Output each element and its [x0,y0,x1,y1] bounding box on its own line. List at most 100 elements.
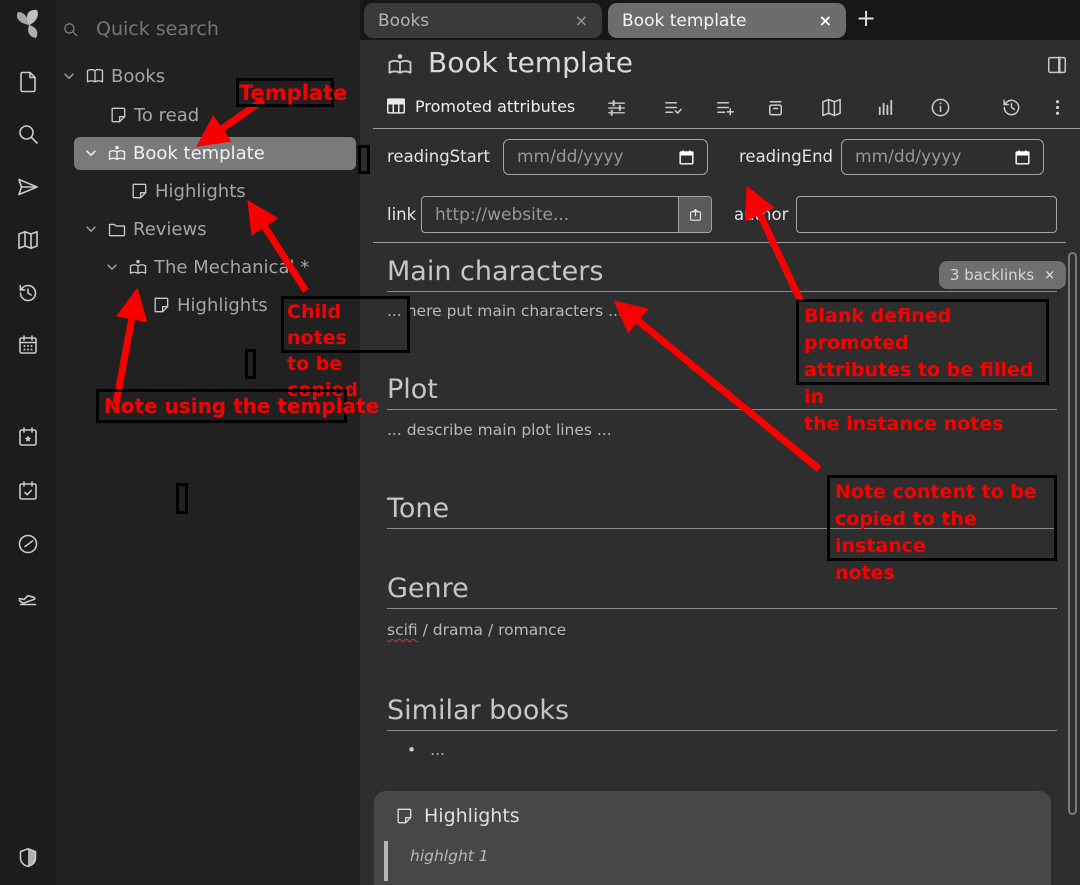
tree-item-the-mechanical[interactable]: The Mechanical * [105,254,309,280]
chevron-down-icon[interactable] [62,69,76,83]
note-icon [129,181,149,201]
annotation-line: copied to the instance [835,506,1054,560]
bullet-icon: • [407,741,416,759]
backlinks-count-label: 3 backlinks [950,266,1034,284]
close-icon[interactable]: × [819,11,832,30]
annotation-child-notes: Child notes to be copied [281,296,410,353]
jump-to-note-button[interactable] [16,175,40,199]
note-icon [108,105,128,125]
section-body-plot: ... describe main plot lines ... [387,421,612,439]
list-plus-icon [714,96,737,119]
ribbon-tab-promoted-attributes[interactable]: Promoted attributes [385,95,575,117]
author-text-input[interactable] [796,196,1057,233]
readingEnd-date-input[interactable]: mm/dd/yyyy [841,139,1044,175]
ribbon-tab-label: Promoted attributes [415,97,575,116]
recent-changes-button[interactable] [16,281,40,305]
ribbon-note-map-button[interactable] [820,96,844,120]
bullet-list-item: •... [407,741,445,759]
ribbon-note-paths-button[interactable] [764,96,788,120]
chevron-down-icon[interactable] [84,146,98,160]
close-icon[interactable]: × [1044,268,1055,283]
file-icon [16,70,40,94]
tree-item-label: Highlights [155,181,246,202]
annotation-blank-attributes: Blank defined promoted attributes to be … [796,299,1049,385]
book-reader-icon [128,257,148,277]
calendar-button[interactable] [16,333,40,357]
readingStart-date-input[interactable]: mm/dd/yyyy [503,139,708,175]
book-reader-icon [107,143,127,163]
tab-book-template[interactable]: Book template × [608,3,846,38]
ribbon-similar-notes-button[interactable] [874,96,898,120]
shield-icon [16,846,40,870]
book-reader-icon [386,50,414,78]
new-note-button[interactable] [16,70,40,94]
calendar-icon[interactable] [1013,148,1032,167]
send-icon [16,175,40,199]
sliders-icon [605,96,628,119]
search-icon [16,122,40,146]
tab-books[interactable]: Books × [364,3,602,38]
ribbon-owned-attributes-button[interactable] [662,96,686,120]
placeholder-glyph-rect [176,483,188,514]
bar-chart-icon [874,96,897,119]
search-button[interactable] [16,122,40,146]
tree-item-label: The Mechanical * [154,257,309,278]
plane-takeoff-icon [16,585,40,609]
map-icon [16,228,40,252]
section-body-genre: scifi / drama / romance [387,621,566,639]
backlinks-badge[interactable]: 3 backlinks × [939,261,1066,289]
annotation-line: the instance notes [804,411,1046,438]
ribbon-revisions-button[interactable] [1000,96,1024,120]
quick-search-input[interactable]: Quick search [62,14,352,44]
history-icon [16,281,40,305]
tree-item-highlights-instance[interactable]: Highlights [151,292,268,318]
launcher-rail [0,0,56,885]
section-body-main-characters: ... here put main characters ... [387,302,623,320]
travel-button[interactable] [16,585,40,609]
genre-rest: / drama / romance [418,621,566,639]
link-url-input[interactable]: http://website... [421,196,712,233]
calendar-star-button[interactable] [16,425,40,449]
close-icon[interactable]: × [575,11,588,30]
dots-vertical-icon [1046,96,1069,119]
child-note-title-link[interactable]: Highlights [424,805,520,827]
note-map-button[interactable] [16,228,40,252]
split-pane-button[interactable] [1046,54,1068,76]
note-icon [151,295,171,315]
tree-item-label: To read [134,105,199,126]
chevron-down-icon[interactable] [105,260,119,274]
blockquote-text: highlght 1 [410,847,489,881]
note-icon [394,806,414,826]
annotation-line: Note content to be [835,479,1054,506]
ribbon-more-button[interactable] [1046,96,1070,120]
scrollbar-thumb[interactable] [1068,252,1077,815]
section-heading-similar-books: Similar books [387,695,1057,731]
chevron-down-icon[interactable] [84,222,98,236]
date-placeholder: mm/dd/yyyy [504,147,623,167]
attributes-divider [373,242,1066,243]
tree-item-books[interactable]: Books [62,63,165,89]
ribbon-inherited-attributes-button[interactable] [714,96,738,120]
tree-item-label: Highlights [177,295,268,316]
tab-bar: Books × Book template × + [360,0,1080,40]
tree-item-to-read[interactable]: To read [108,102,199,128]
note-detail-pane: Book template Promoted attributes [360,40,1080,885]
calendar-icon[interactable] [677,148,696,167]
annotation-note-using-template: Note using the template [96,389,347,423]
ribbon-basic-properties-button[interactable] [605,96,629,120]
tree-item-book-template[interactable]: Book template [84,140,265,166]
list-item-text: ... [430,741,445,759]
tab-label: Book template [622,11,746,31]
attr-label-link: link [387,205,416,224]
calendar-check-button[interactable] [16,479,40,503]
ribbon-note-info-button[interactable] [929,96,953,120]
tree-item-highlights-template[interactable]: Highlights [129,178,246,204]
child-note-card: Highlights highlght 1 [374,791,1051,885]
open-link-button[interactable] [678,197,711,232]
page-title: Book template [428,46,633,79]
dashboard-button[interactable] [16,532,40,556]
info-icon [929,96,952,119]
protected-session-button[interactable] [16,846,40,870]
tree-item-reviews[interactable]: Reviews [84,216,207,242]
new-tab-button[interactable]: + [856,4,876,32]
